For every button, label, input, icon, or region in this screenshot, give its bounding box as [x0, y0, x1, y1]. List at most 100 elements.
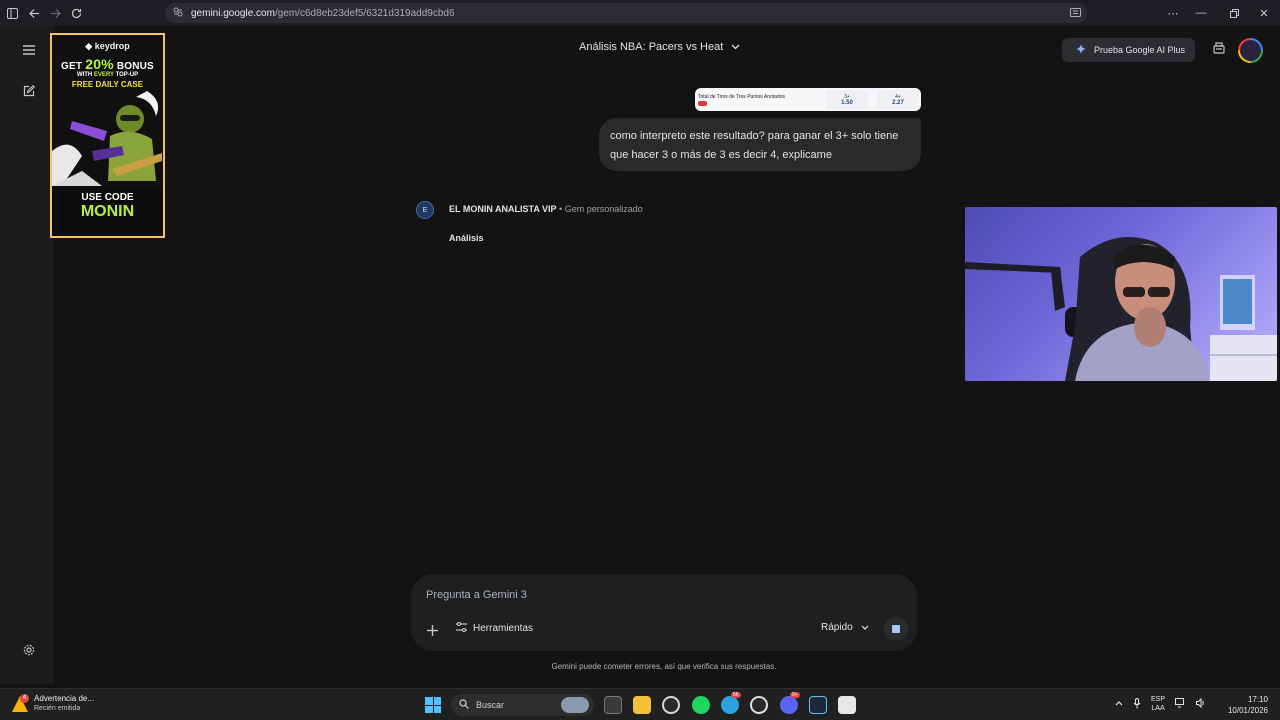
- language-top: ESP: [1151, 696, 1166, 703]
- discord-icon[interactable]: 9+: [780, 692, 800, 714]
- sidebar-toggle-icon[interactable]: [1, 2, 23, 24]
- microphone-icon[interactable]: [1133, 697, 1141, 711]
- notification-badge: 4: [20, 694, 29, 703]
- restore-icon[interactable]: [1225, 4, 1243, 22]
- ad-bonus-pct: 20%: [85, 56, 114, 72]
- tools-icon: [456, 621, 467, 635]
- taskbar: 4 Advertencia de... Recién emitida Busca…: [0, 688, 1280, 720]
- close-icon[interactable]: ✕: [1255, 4, 1273, 22]
- url-domain: gemini.google.com: [191, 7, 275, 19]
- ad-code: MONIN: [80, 203, 135, 220]
- prompt-composer: Pregunta a Gemini 3 Herramientas Rápido: [411, 574, 917, 651]
- avatar[interactable]: [1238, 38, 1263, 63]
- ad-bonus-suffix: BONUS: [116, 61, 154, 72]
- ad-character-image: [52, 91, 163, 186]
- odds-option: 3+ 1.50: [826, 90, 868, 109]
- chevron-down-icon: [861, 622, 869, 633]
- keydrop-ad-banner[interactable]: ◆ keydrop GET 20% BONUS WITH EVERY TOP-U…: [50, 33, 165, 238]
- stop-button[interactable]: [884, 617, 908, 641]
- system-tray: ESP LAA: [1115, 695, 1206, 713]
- notification-subtitle: Recién emitida: [34, 705, 81, 712]
- live-badge: [698, 101, 707, 106]
- volume-icon[interactable]: [1196, 697, 1206, 710]
- search-highlight-icon: [561, 697, 589, 713]
- windows-start-icon[interactable]: [425, 697, 441, 713]
- disclaimer: Gemini puede cometer errores, así que ve…: [551, 662, 777, 671]
- menu-icon[interactable]: [17, 38, 41, 62]
- telegram-icon[interactable]: 56: [721, 692, 741, 714]
- chevron-up-icon[interactable]: [1115, 700, 1123, 708]
- ad-brand: keydrop: [94, 41, 130, 51]
- taskbar-search[interactable]: Buscar: [451, 694, 594, 716]
- ad-every: EVERY: [93, 72, 114, 78]
- address-bar[interactable]: gemini.google.com/gem/c6d8eb23def5/6321d…: [165, 3, 1087, 23]
- reader-mode-icon[interactable]: [1070, 7, 1081, 21]
- obs-icon[interactable]: [662, 696, 680, 714]
- new-chat-icon[interactable]: [17, 79, 41, 103]
- language-bottom: LAA: [1151, 705, 1165, 712]
- search-icon: [459, 699, 469, 711]
- sparkle-icon: [1076, 44, 1086, 56]
- gem-avatar: E: [416, 201, 434, 219]
- ad-free-case: FREE DAILY CASE: [71, 80, 144, 89]
- settings-icon[interactable]: [17, 638, 41, 662]
- minimize-icon[interactable]: —: [1192, 4, 1210, 22]
- webcam-overlay: [965, 207, 1277, 381]
- ad-use-code: USE CODE: [81, 192, 134, 203]
- add-attachment-button[interactable]: [423, 621, 441, 639]
- clock-time: 17:10: [1247, 695, 1268, 704]
- spotify-icon[interactable]: [692, 696, 710, 714]
- url-path: /gem/c6d8eb23def5/6321d319add9cbd6: [274, 7, 455, 19]
- telegram-badge: 56: [731, 692, 741, 698]
- task-view-icon[interactable]: [604, 696, 622, 714]
- odds-value: 1.50: [841, 100, 853, 106]
- browser-menu-icon[interactable]: ⋯: [1164, 4, 1182, 22]
- ad-topup: TOP-UP: [115, 72, 139, 78]
- tools-label: Herramientas: [473, 623, 534, 634]
- tools-button[interactable]: Herramientas: [456, 621, 534, 635]
- browser-toolbar: gemini.google.com/gem/c6d8eb23def5/6321d…: [0, 0, 1280, 26]
- gem-name: EL MONIN ANALISTA VIP: [449, 204, 557, 214]
- attachment-image[interactable]: Total de Tiros de Tres Puntos Anotados 3…: [695, 88, 921, 111]
- site-info-icon[interactable]: [173, 7, 183, 20]
- odds-value: 2.27: [892, 100, 904, 106]
- gem-separator: •: [559, 204, 563, 214]
- app-icon[interactable]: [838, 696, 856, 714]
- upgrade-button[interactable]: Prueba Google AI Plus: [1062, 38, 1195, 62]
- mode-select[interactable]: Rápido: [821, 622, 869, 633]
- clock-date: 10/01/2026: [1227, 706, 1268, 715]
- ad-with-every: WITH EVERY TOP-UP: [52, 72, 163, 78]
- gem-header: EL MONIN ANALISTA VIP • Gem personalizad…: [449, 204, 643, 214]
- language-indicator[interactable]: ESP LAA: [1151, 695, 1165, 713]
- mode-label: Rápido: [821, 622, 853, 633]
- ad-with: WITH: [76, 72, 93, 78]
- steam-icon[interactable]: [809, 696, 827, 714]
- ad-bonus: GET 20% BONUS: [52, 56, 163, 72]
- chat-title: Análisis NBA: Pacers vs Heat: [579, 41, 724, 53]
- chevron-down-icon: [731, 41, 740, 53]
- gem-type: Gem personalizado: [564, 204, 643, 214]
- file-explorer-icon[interactable]: [633, 696, 651, 714]
- forward-icon[interactable]: [44, 2, 66, 24]
- chat-title-dropdown[interactable]: Análisis NBA: Pacers vs Heat: [579, 41, 740, 53]
- share-icon[interactable]: [1212, 41, 1230, 59]
- prompt-input[interactable]: Pregunta a Gemini 3: [426, 589, 527, 601]
- upgrade-label: Prueba Google AI Plus: [1094, 45, 1186, 55]
- sidebar: [0, 26, 54, 684]
- notification-title: Advertencia de...: [34, 694, 95, 703]
- notification-widget[interactable]: 4 Advertencia de... Recién emitida: [12, 694, 94, 712]
- search-label: Buscar: [476, 700, 505, 710]
- chrome-icon[interactable]: [750, 696, 768, 714]
- back-icon[interactable]: [23, 2, 45, 24]
- keydrop-logo: ◆ keydrop: [85, 41, 130, 51]
- stop-icon: [892, 625, 900, 633]
- ad-bonus-prefix: GET: [61, 61, 83, 72]
- discord-badge: 9+: [790, 692, 800, 698]
- reload-icon[interactable]: [65, 2, 87, 24]
- user-message: como interpreto este resultado? para gan…: [599, 118, 921, 171]
- clock[interactable]: 17:10 10/01/2026: [1224, 694, 1268, 716]
- odds-option: 4+ 2.27: [877, 90, 919, 109]
- response-heading: Análisis: [449, 233, 484, 243]
- network-icon[interactable]: [1175, 698, 1186, 710]
- attachment-label: Total de Tiros de Tres Puntos Anotados: [698, 94, 785, 100]
